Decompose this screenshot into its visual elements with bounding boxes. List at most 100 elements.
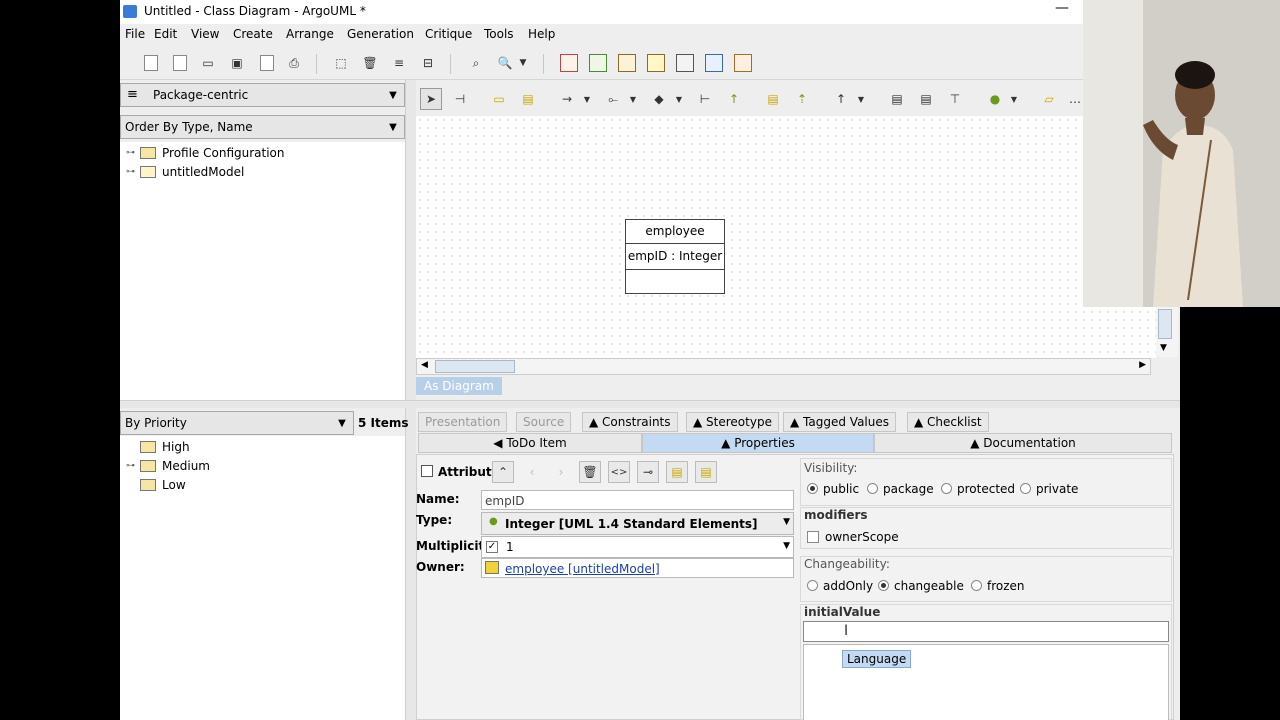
association-tool-icon[interactable]: ⟜ [602,88,624,110]
new-sequence-diagram-icon[interactable] [618,54,636,72]
navigate-forward-icon[interactable]: › [550,461,572,483]
generalization-tool-icon[interactable]: ↑ [723,88,745,110]
radio-icon[interactable] [807,483,818,494]
menu-tools[interactable]: Tools [484,27,514,41]
expand-icon[interactable]: ⊶ [126,461,140,471]
menu-file[interactable]: File [125,27,145,41]
multiplicity-combo[interactable]: ✓ 1 ▼ [481,536,794,558]
find-icon[interactable]: ⌕ [465,52,487,74]
scroll-thumb[interactable] [435,360,515,373]
initial-value-body[interactable]: Language [803,644,1169,720]
menu-edit[interactable]: Edit [154,27,177,41]
todo-groupby-combo[interactable]: By Priority ▼ [120,411,354,435]
expand-icon[interactable]: ⊶ [126,167,140,177]
chevron-down-icon[interactable]: ▼ [382,84,404,106]
distribute-icon[interactable]: ⊟ [417,52,439,74]
abstraction-tool-icon[interactable]: ↑ [830,88,852,110]
radio-icon[interactable] [941,483,952,494]
delete-icon[interactable]: 🗑 [579,461,601,483]
class-attribute[interactable]: empID : Integer [626,244,724,270]
vertical-scrollbar[interactable]: ▼ [1156,307,1178,357]
tab-presentation[interactable]: Presentation [418,412,508,432]
class-operations-compartment[interactable] [626,270,724,293]
class-tool-icon[interactable]: ▤ [517,88,539,110]
changeability-changeable[interactable]: changeable [878,579,964,593]
enumeration-tool-icon[interactable]: ▤ [915,88,937,110]
visibility-private[interactable]: private [1020,482,1078,496]
owner-scope-checkbox[interactable]: ownerScope [807,530,899,544]
save-as-icon[interactable] [260,55,274,71]
new-activity-diagram-icon[interactable] [705,54,723,72]
minimize-button[interactable]: — [1052,0,1072,22]
scroll-right-icon[interactable]: ▶ [1139,360,1146,370]
tab-stereotype[interactable]: ▲ Stereotype [686,412,779,432]
menu-create[interactable]: Create [233,27,273,41]
type-combo[interactable]: ● Integer [UML 1.4 Standard Elements] ▼ [481,512,794,535]
tab-checklist[interactable]: ▲ Checklist [907,412,989,432]
interface-tool-icon[interactable]: ▤ [762,88,784,110]
new-attribute-icon[interactable]: ⊸ [637,461,659,483]
scroll-thumb[interactable] [1158,309,1172,339]
select-arrow-icon[interactable]: ➤ [420,88,442,110]
broom-icon[interactable]: ⊣ [449,88,471,110]
tab-tagged-values[interactable]: ▲ Tagged Values [783,412,896,432]
navigate-up-icon[interactable]: ⌃ [492,461,514,483]
horizontal-split-divider[interactable] [120,400,1180,408]
new-class-icon[interactable]: ▤ [666,461,688,483]
checkmark-icon[interactable]: ✓ [486,541,498,553]
owner-link[interactable]: employee [untitledModel] [505,562,660,576]
new-deployment-diagram-icon[interactable] [734,54,752,72]
open-icon[interactable]: ▭ [197,52,219,74]
scroll-left-icon[interactable]: ◀ [421,360,428,370]
visibility-protected[interactable]: protected [941,482,1015,496]
new-file-icon[interactable] [144,55,158,71]
tab-todo-item[interactable]: ◀ ToDo Item [418,433,642,453]
chevron-down-icon[interactable]: ▼ [668,88,690,110]
new-statechart-diagram-icon[interactable] [676,54,694,72]
chevron-down-icon[interactable]: ▼ [331,412,353,434]
composition-tool-icon[interactable]: ◆ [648,88,670,110]
menu-help[interactable]: Help [528,27,555,41]
visibility-package[interactable]: package [867,482,934,496]
new-project-icon[interactable] [173,55,187,71]
radio-icon[interactable] [867,483,878,494]
navigate-back-icon[interactable]: ‹ [521,461,543,483]
new-use-case-diagram-icon[interactable] [560,54,578,72]
tab-properties[interactable]: ▲ Properties [642,433,874,453]
chevron-down-icon[interactable]: ▼ [783,541,790,551]
radio-icon[interactable] [1020,483,1031,494]
note-tool-icon[interactable]: ▱ [1038,88,1060,110]
language-button[interactable]: Language [842,650,912,668]
save-icon[interactable]: ▣ [226,52,248,74]
chevron-down-icon[interactable]: ▼ [850,88,872,110]
name-field[interactable]: empID [481,490,794,510]
new-element-icon[interactable]: ▤ [695,461,717,483]
datatype-tool-icon[interactable]: ▤ [886,88,908,110]
chevron-down-icon[interactable]: ▼ [622,88,644,110]
new-datatype-icon[interactable]: <> [608,461,630,483]
order-combo[interactable]: Order By Type, Name ▼ [120,115,405,139]
todo-item-medium[interactable]: ⊶ Medium [126,459,210,473]
tab-documentation[interactable]: ▲ Documentation [874,433,1172,453]
horizontal-scrollbar[interactable]: ◀ ▶ [416,358,1151,375]
todo-item-high[interactable]: High [126,440,190,454]
visibility-public[interactable]: public [807,482,859,496]
diagram-canvas[interactable] [416,116,1156,358]
select-all-icon[interactable]: ⬚ [330,52,352,74]
align-icon[interactable]: ≡ [388,52,410,74]
perspective-config-icon[interactable]: ≡ [127,87,138,102]
radio-icon[interactable] [807,580,818,591]
expand-icon[interactable]: ⊶ [126,148,140,158]
menu-arrange[interactable]: Arrange [286,27,334,41]
package-tool-icon[interactable]: ▭ [488,88,510,110]
zoom-dropdown-icon[interactable]: ▼ [516,52,530,74]
stereotype-tool-icon[interactable]: ⊤ [944,88,966,110]
tree-item-profile-configuration[interactable]: ⊶ Profile Configuration [126,146,285,160]
tab-constraints[interactable]: ▲ Constraints [582,412,678,432]
radio-icon[interactable] [878,580,889,591]
delete-icon[interactable]: 🗑 [359,52,381,74]
changeability-frozen[interactable]: frozen [971,579,1025,593]
todo-item-low[interactable]: Low [126,478,186,492]
association-class-icon[interactable]: ⊢ [694,88,716,110]
checkbox-icon[interactable] [807,531,819,543]
